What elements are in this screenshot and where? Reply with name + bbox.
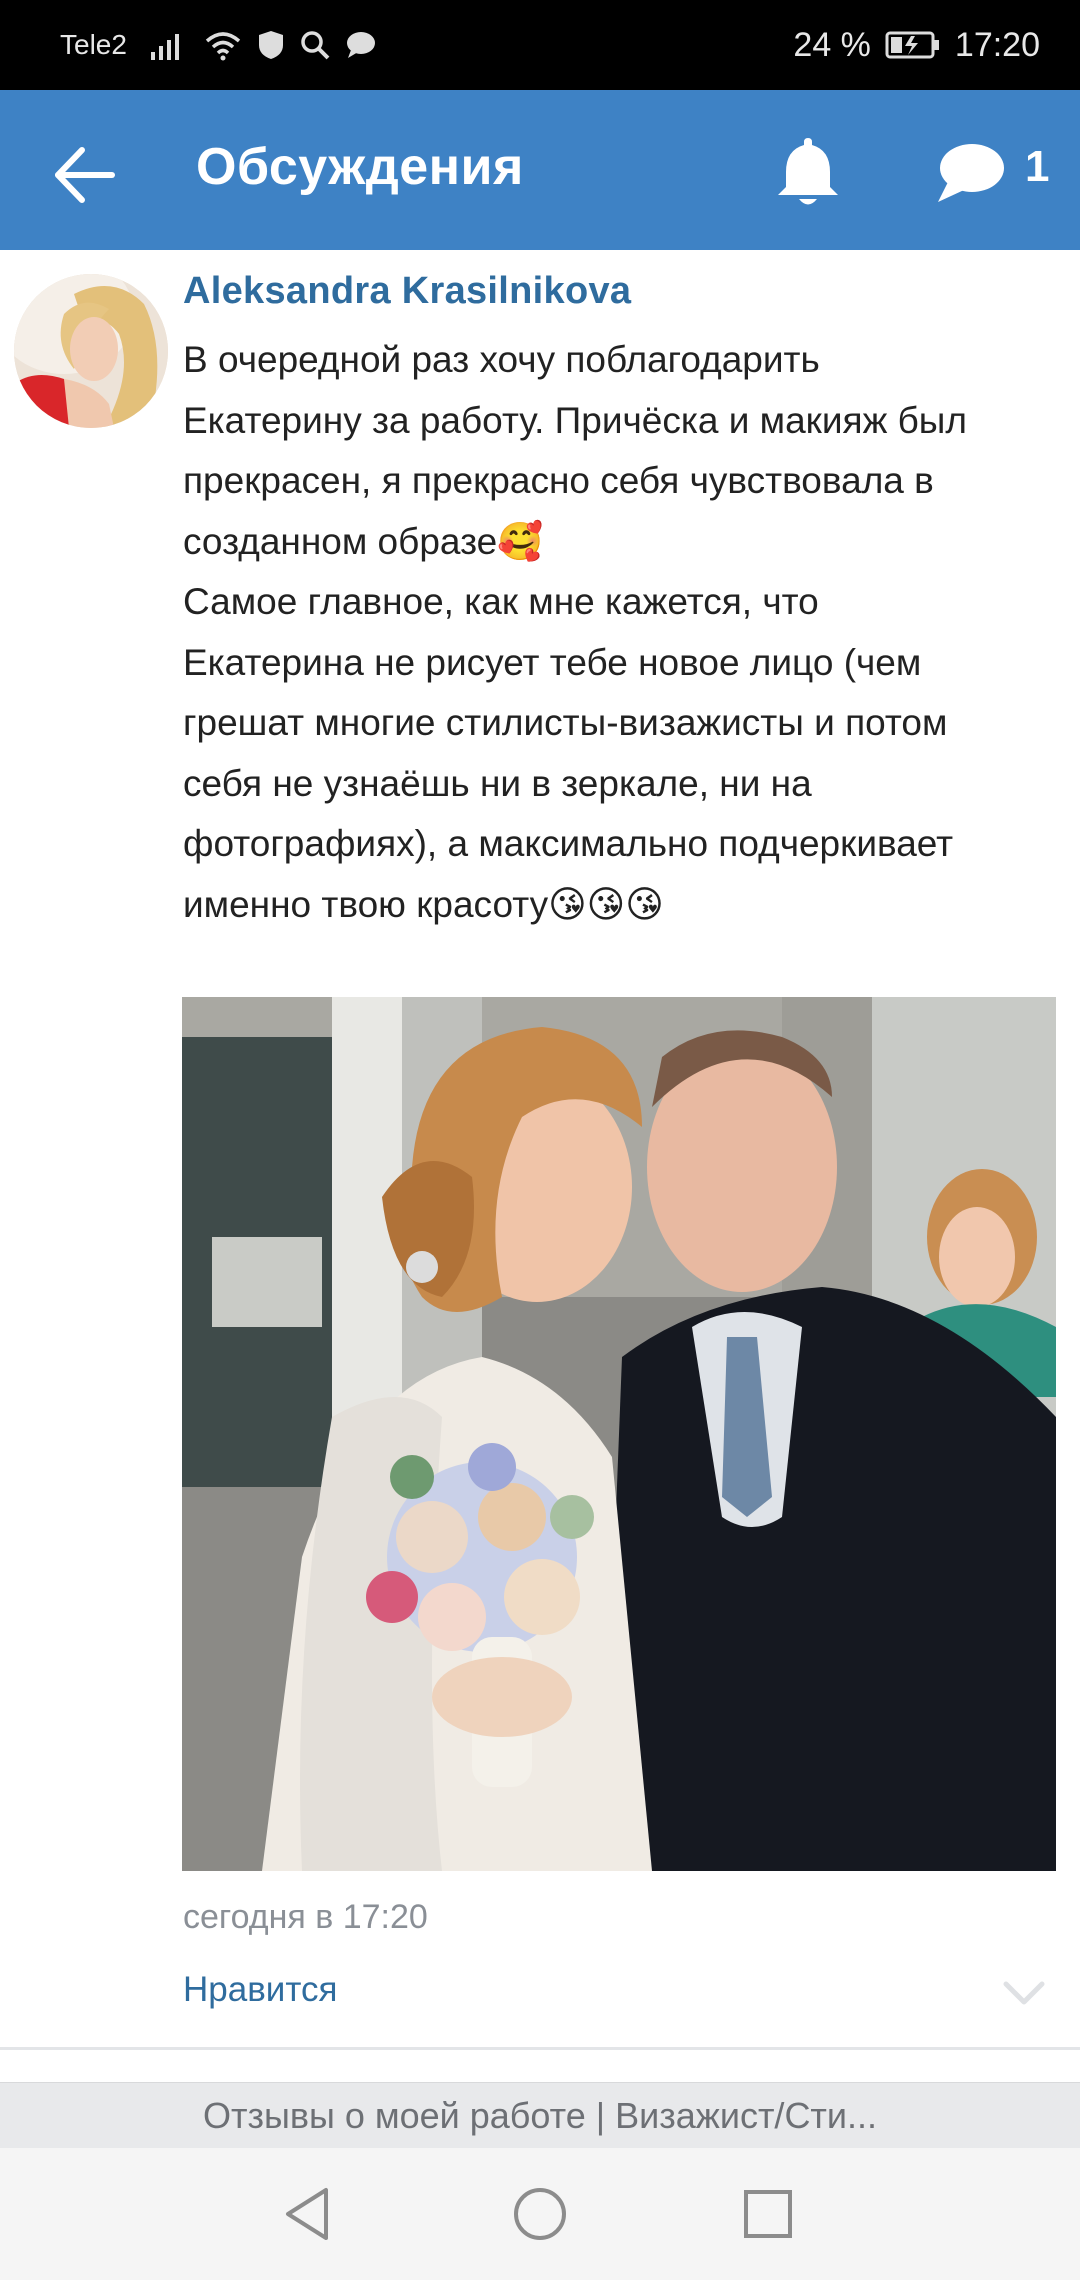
circle-home-icon <box>514 2188 566 2240</box>
back-arrow-icon <box>55 147 115 203</box>
status-right: 24 % 17:20 <box>793 26 1040 65</box>
status-left: Tele2 <box>60 29 377 61</box>
bell-icon <box>778 138 838 205</box>
messages-button[interactable] <box>934 140 1006 206</box>
wifi-icon <box>203 29 243 61</box>
carrier-label: Tele2 <box>60 29 127 60</box>
post-text-line: себя не узнаёшь ни в зеркале, ни на <box>183 762 812 804</box>
nav-back-button[interactable] <box>280 2184 340 2244</box>
post-menu-button[interactable] <box>1002 1978 1046 2008</box>
post-text: В очередной раз хочу поблагодарить Екате… <box>183 330 1063 935</box>
discussion-post: Aleksandra Krasilnikova В очередной раз … <box>0 250 1080 2050</box>
wedding-photo <box>182 997 1056 1871</box>
triangle-back-icon <box>286 2188 328 2240</box>
post-photo[interactable] <box>182 997 1056 1871</box>
search-icon <box>299 29 331 61</box>
post-text-line: грешат многие стилисты-визажисты и потом <box>183 702 948 743</box>
nav-recents-button[interactable] <box>738 2184 798 2244</box>
page-title: Обсуждения <box>196 138 524 196</box>
avatar-photo <box>14 274 168 428</box>
avatar[interactable] <box>14 274 168 428</box>
status-bar: Tele2 24 % 17:20 <box>0 0 1080 90</box>
post-author[interactable]: Aleksandra Krasilnikova <box>183 270 631 313</box>
post-timestamp: сегодня в 17:20 <box>183 1898 428 1936</box>
app-bar: Обсуждения 1 <box>0 90 1080 250</box>
post-text-line: именно твою красоту😘😘😘 <box>183 883 664 925</box>
shield-icon <box>257 29 285 61</box>
message-icon <box>345 30 377 60</box>
battery-icon <box>885 30 941 60</box>
post-text-line: Екатерину за работу. Причёска и макияж б… <box>183 399 967 441</box>
post-text-line: фотографиях), а максимально подчеркивает <box>183 823 954 864</box>
post-text-line: В очередной раз хочу поблагодарить <box>183 339 820 380</box>
nav-home-button[interactable] <box>510 2184 570 2244</box>
square-recents-icon <box>744 2190 792 2238</box>
system-nav-bar <box>0 2148 1080 2280</box>
post-text-line: Самое главное, как мне кажется, что <box>183 581 819 622</box>
messages-count-badge: 1 <box>1025 142 1050 191</box>
chat-bubble-icon <box>938 144 1004 202</box>
clock: 17:20 <box>954 25 1040 64</box>
signal-icon <box>149 30 189 60</box>
post-text-line: созданном образе🥰 <box>183 520 544 562</box>
post-text-line: прекрасен, я прекрасно себя чувствовала … <box>183 460 934 501</box>
battery-percent: 24 % <box>793 25 871 64</box>
chevron-down-icon <box>1003 1981 1045 2005</box>
back-button[interactable] <box>50 140 120 210</box>
like-button[interactable]: Нравится <box>183 1970 337 2010</box>
notifications-button[interactable] <box>772 132 844 212</box>
divider <box>0 2047 1080 2050</box>
post-text-line: Екатерина не рисует тебе новое лицо (чем <box>183 641 922 683</box>
topic-title-bar[interactable]: Отзывы о моей работе | Визажист/Сти... <box>0 2082 1080 2148</box>
